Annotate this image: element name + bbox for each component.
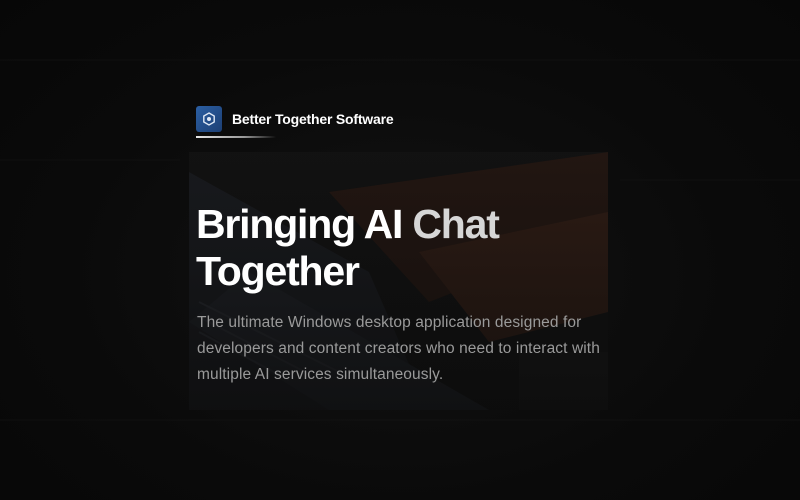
headline-part-3: Together [196,248,360,294]
headline-part-1: Bringing AI [196,201,413,247]
brand-name: Better Together Software [232,111,394,127]
brand-header[interactable]: Better Together Software [196,106,394,132]
hero-description: The ultimate Windows desktop application… [197,314,600,383]
headline-part-2: Chat [412,201,500,247]
landing-page: Better Together Software Bringing AI Cha… [0,0,800,500]
brand-underline [196,136,276,138]
page-title: Bringing AI Chat Together [196,201,616,295]
hexagon-logo-icon [196,106,222,132]
